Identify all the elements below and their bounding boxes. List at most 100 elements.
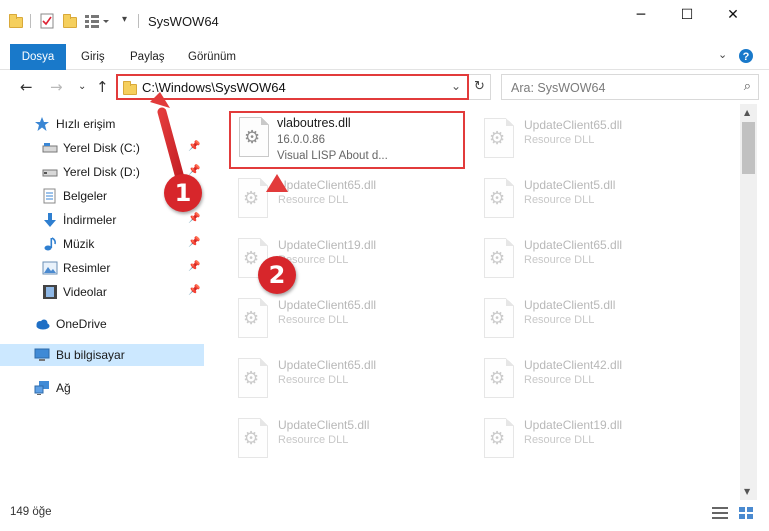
- nav-item-this-pc[interactable]: Bu bilgisayar: [0, 344, 204, 366]
- customize-toolbar-icon[interactable]: [84, 13, 109, 29]
- forward-button[interactable]: →: [50, 78, 63, 96]
- file-tile[interactable]: ⚙ UpdateClient65.dll Resource DLL: [230, 172, 470, 230]
- dll-file-icon: ⚙: [480, 238, 518, 284]
- file-type: Resource DLL: [524, 134, 595, 146]
- arrow-right-icon: →: [50, 78, 63, 96]
- chevron-down-icon[interactable]: ⌄: [451, 79, 461, 93]
- file-tile-highlighted[interactable]: ⚙ vlaboutres.dll 16.0.0.86 Visual LISP A…: [229, 111, 465, 169]
- pin-icon[interactable]: 📌: [188, 213, 200, 224]
- tab-home[interactable]: Giriş: [69, 44, 117, 70]
- dll-file-icon: ⚙: [235, 117, 273, 163]
- dll-file-icon: ⚙: [234, 298, 272, 344]
- nav-label: Müzik: [63, 237, 95, 251]
- file-type: Resource DLL: [524, 374, 595, 386]
- ribbon: Dosya Giriş Paylaş Görünüm ⌄ ?: [0, 44, 769, 70]
- nav-label: Ağ: [56, 381, 71, 395]
- divider: [30, 14, 31, 28]
- file-tile[interactable]: ⚙ UpdateClient5.dll Resource DLL: [476, 292, 716, 350]
- dll-file-icon: ⚙: [480, 178, 518, 224]
- drive-icon: [42, 164, 58, 180]
- file-tile[interactable]: ⚙ UpdateClient65.dll Resource DLL: [476, 232, 716, 290]
- refresh-button[interactable]: ↻: [469, 74, 491, 100]
- nav-label: Yerel Disk (D:): [63, 165, 140, 179]
- dll-file-icon: ⚙: [234, 358, 272, 404]
- video-icon: [42, 284, 58, 300]
- file-tile[interactable]: ⚙ UpdateClient19.dll Resource DLL: [476, 412, 716, 470]
- nav-label: Videolar: [63, 285, 107, 299]
- pin-icon[interactable]: 📌: [188, 285, 200, 296]
- address-bar[interactable]: C:\Windows\SysWOW64 ⌄: [116, 74, 469, 100]
- music-icon: [42, 236, 58, 252]
- nav-label: Hızlı erişim: [56, 117, 116, 131]
- pin-icon[interactable]: 📌: [188, 141, 200, 152]
- step-marker-1: 1: [164, 174, 202, 212]
- large-icons-view-icon[interactable]: [738, 506, 754, 520]
- file-tile[interactable]: ⚙ UpdateClient5.dll Resource DLL: [230, 412, 470, 470]
- nav-item-network[interactable]: Ağ: [0, 377, 204, 399]
- nav-item-quick-access[interactable]: Hızlı erişim: [0, 113, 204, 135]
- file-type: Resource DLL: [524, 314, 595, 326]
- nav-item-onedrive[interactable]: OneDrive: [0, 313, 204, 335]
- file-name: UpdateClient5.dll: [278, 418, 370, 432]
- vertical-scrollbar[interactable]: ▲ ▼: [740, 104, 757, 500]
- file-list: ⚙ vlaboutres.dll 16.0.0.86 Visual LISP A…: [208, 104, 740, 500]
- minimize-icon: ─: [636, 7, 646, 23]
- recent-locations-button[interactable]: ⌄: [78, 81, 86, 92]
- nav-label: Resimler: [63, 261, 111, 275]
- new-folder-icon[interactable]: [62, 13, 78, 29]
- file-name: UpdateClient5.dll: [524, 298, 616, 312]
- back-button[interactable]: ←: [20, 78, 33, 96]
- properties-icon[interactable]: [39, 13, 55, 29]
- chevron-down-icon[interactable]: ▾: [122, 14, 127, 25]
- file-name: UpdateClient65.dll: [524, 238, 623, 252]
- folder-icon: [8, 13, 24, 29]
- item-count: 149 öğe: [10, 506, 52, 518]
- dll-file-icon: ⚙: [480, 418, 518, 464]
- help-icon[interactable]: ?: [738, 48, 754, 67]
- address-path: C:\Windows\SysWOW64: [142, 80, 286, 95]
- pictures-icon: [42, 260, 58, 276]
- file-tile[interactable]: ⚙ UpdateClient42.dll Resource DLL: [476, 352, 716, 410]
- scroll-down-icon[interactable]: ▼: [744, 487, 750, 496]
- file-name: UpdateClient19.dll: [278, 238, 377, 252]
- search-input[interactable]: Ara: SysWOW64 ⌕: [501, 74, 759, 100]
- pin-icon[interactable]: 📌: [188, 261, 200, 272]
- cloud-icon: [34, 316, 50, 332]
- folder-icon: [122, 79, 138, 95]
- nav-label: İndirmeler: [63, 213, 117, 227]
- chevron-down-icon: ⌄: [78, 81, 87, 92]
- up-button[interactable]: ↑: [96, 78, 109, 96]
- nav-item-downloads[interactable]: İndirmeler 📌: [0, 209, 204, 231]
- expand-ribbon-icon[interactable]: ⌄: [718, 48, 727, 61]
- minimize-button[interactable]: ─: [618, 0, 664, 30]
- file-name: UpdateClient5.dll: [524, 178, 616, 192]
- scroll-up-icon[interactable]: ▲: [744, 108, 750, 117]
- maximize-button[interactable]: ☐: [664, 0, 710, 30]
- network-icon: [34, 380, 50, 396]
- file-tile[interactable]: ⚙ UpdateClient65.dll Resource DLL: [230, 352, 470, 410]
- nav-item-music[interactable]: Müzik 📌: [0, 233, 204, 255]
- nav-item-pictures[interactable]: Resimler 📌: [0, 257, 204, 279]
- file-name: UpdateClient65.dll: [524, 118, 623, 132]
- tab-file[interactable]: Dosya: [10, 44, 66, 70]
- file-name: UpdateClient65.dll: [278, 358, 377, 372]
- close-button[interactable]: ✕: [710, 0, 756, 30]
- divider: [138, 14, 139, 28]
- window-title: SysWOW64: [148, 14, 219, 29]
- tab-view[interactable]: Görünüm: [176, 44, 248, 70]
- tab-share[interactable]: Paylaş: [118, 44, 177, 70]
- nav-label: Bu bilgisayar: [56, 348, 125, 362]
- download-icon: [42, 212, 58, 228]
- nav-label: OneDrive: [56, 317, 107, 331]
- file-tile[interactable]: ⚙ UpdateClient5.dll Resource DLL: [476, 172, 716, 230]
- nav-item-disk-c[interactable]: Yerel Disk (C:) 📌: [0, 137, 204, 159]
- nav-item-videos[interactable]: Videolar 📌: [0, 281, 204, 303]
- file-tile[interactable]: ⚙ UpdateClient65.dll Resource DLL: [230, 292, 470, 350]
- details-view-icon[interactable]: [712, 506, 728, 520]
- search-placeholder: Ara: SysWOW64: [511, 81, 606, 95]
- scrollbar-thumb[interactable]: [742, 122, 755, 174]
- file-tile[interactable]: ⚙ UpdateClient65.dll Resource DLL: [476, 112, 716, 170]
- address-row: ← → ⌄ ↑ C:\Windows\SysWOW64 ⌄ ↻ Ara: Sys…: [0, 70, 769, 104]
- maximize-icon: ☐: [680, 7, 694, 23]
- pin-icon[interactable]: 📌: [188, 237, 200, 248]
